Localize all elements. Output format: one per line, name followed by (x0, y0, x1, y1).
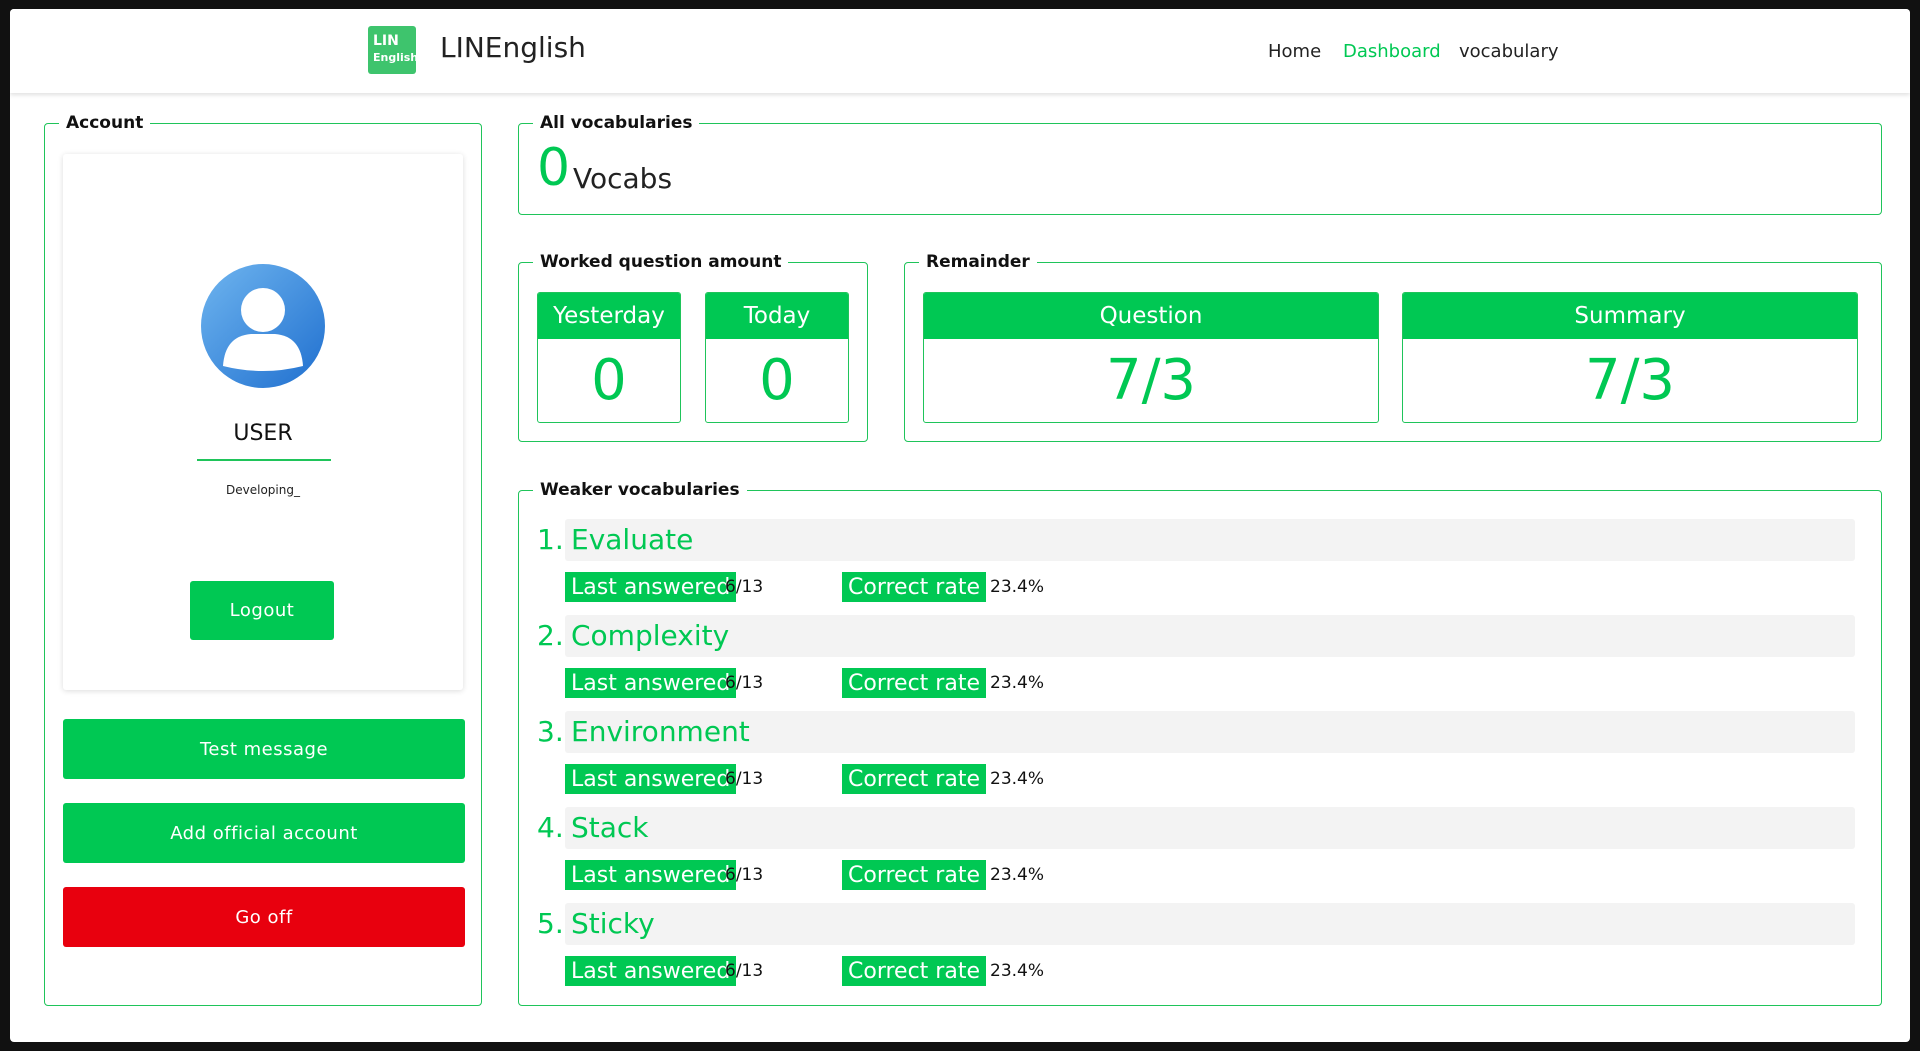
correct-rate-value: 23.4% (990, 865, 1045, 885)
weaker-vocabularies-legend: Weaker vocabularies (533, 480, 747, 500)
weak-item-number: 3. (537, 715, 564, 748)
logo-text-lin: LIN (373, 33, 399, 49)
weak-item-number: 2. (537, 619, 564, 652)
user-avatar-icon (201, 264, 325, 388)
username: USER (233, 421, 293, 446)
weak-vocab-item[interactable]: 1. Evaluate Last answered 6/13 Correct r… (537, 519, 1863, 615)
last-answered-value: 6/13 (725, 865, 764, 885)
last-answered-value: 6/13 (725, 673, 764, 693)
weak-item-number: 5. (537, 907, 564, 940)
weak-word-bar (565, 807, 1855, 849)
weak-vocab-item[interactable]: 2. Complexity Last answered 6/13 Correct… (537, 615, 1863, 711)
vocab-count: 0 (537, 138, 571, 198)
app-title[interactable]: LINEnglish (440, 31, 586, 64)
weak-word[interactable]: Stack (571, 811, 649, 844)
yesterday-value: 0 (591, 348, 627, 413)
worked-question-panel: Worked question amount Yesterday 0 Today… (518, 252, 868, 442)
weak-vocab-item[interactable]: 5. Sticky Last answered 6/13 Correct rat… (537, 903, 1863, 999)
correct-rate-value: 23.4% (990, 961, 1045, 981)
weak-word-bar (565, 615, 1855, 657)
weak-vocab-item[interactable]: 3. Environment Last answered 6/13 Correc… (537, 711, 1863, 807)
correct-rate-tag: Correct rate (842, 860, 986, 890)
add-official-account-button[interactable]: Add official account (63, 803, 465, 863)
today-value: 0 (759, 348, 795, 413)
account-panel: Account USER Developing_ Logout Test mes… (44, 113, 482, 1006)
last-answered-value: 6/13 (725, 961, 764, 981)
all-vocabularies-panel: All vocabularies 0 Vocabs (518, 113, 1882, 215)
weak-word[interactable]: Sticky (571, 907, 655, 940)
yesterday-stat: Yesterday 0 (537, 292, 681, 423)
top-navbar: LIN English LINEnglish Home Dashboard vo… (10, 9, 1910, 93)
correct-rate-tag: Correct rate (842, 956, 986, 986)
today-label: Today (706, 293, 848, 339)
last-answered-tag: Last answered (565, 764, 737, 794)
question-remainder-stat: Question 7/3 (923, 292, 1379, 423)
weaker-vocabularies-panel: Weaker vocabularies 1. Evaluate Last ans… (518, 480, 1882, 1006)
summary-remainder-label: Summary (1403, 293, 1857, 339)
last-answered-value: 6/13 (725, 769, 764, 789)
remainder-panel: Remainder Question 7/3 Summary 7/3 (904, 252, 1882, 442)
vocab-unit: Vocabs (573, 162, 673, 195)
yesterday-label: Yesterday (538, 293, 680, 339)
correct-rate-tag: Correct rate (842, 572, 986, 602)
correct-rate-value: 23.4% (990, 673, 1045, 693)
last-answered-tag: Last answered (565, 572, 737, 602)
account-legend: Account (59, 113, 151, 133)
weak-word-bar (565, 519, 1855, 561)
summary-remainder-stat: Summary 7/3 (1402, 292, 1858, 423)
worked-question-legend: Worked question amount (533, 252, 789, 272)
summary-remainder-value: 7/3 (1584, 348, 1676, 413)
go-off-button[interactable]: Go off (63, 887, 465, 947)
weak-word-bar (565, 711, 1855, 753)
profile-card: USER Developing_ Logout (63, 154, 463, 690)
username-underline (197, 459, 331, 461)
test-message-button[interactable]: Test message (63, 719, 465, 779)
correct-rate-value: 23.4% (990, 769, 1045, 789)
nav-home[interactable]: Home (1268, 41, 1321, 62)
weak-item-number: 4. (537, 811, 564, 844)
weak-vocab-item[interactable]: 4. Stack Last answered 6/13 Correct rate… (537, 807, 1863, 903)
correct-rate-tag: Correct rate (842, 764, 986, 794)
correct-rate-tag: Correct rate (842, 668, 986, 698)
weak-word[interactable]: Evaluate (571, 523, 693, 556)
nav-dashboard[interactable]: Dashboard (1343, 41, 1441, 62)
weak-item-number: 1. (537, 523, 564, 556)
question-remainder-value: 7/3 (1105, 348, 1197, 413)
last-answered-value: 6/13 (725, 577, 764, 597)
last-answered-tag: Last answered (565, 668, 737, 698)
weak-word[interactable]: Environment (571, 715, 750, 748)
question-remainder-label: Question (924, 293, 1378, 339)
weak-word[interactable]: Complexity (571, 619, 729, 652)
app-logo[interactable]: LIN English (368, 26, 419, 74)
weak-word-bar (565, 903, 1855, 945)
remainder-legend: Remainder (919, 252, 1037, 272)
logout-button[interactable]: Logout (190, 581, 334, 640)
app-window: LIN English LINEnglish Home Dashboard vo… (10, 9, 1910, 1042)
logo-text-english: English (373, 51, 419, 64)
last-answered-tag: Last answered (565, 860, 737, 890)
user-status-text: Developing_ (226, 483, 300, 497)
correct-rate-value: 23.4% (990, 577, 1045, 597)
last-answered-tag: Last answered (565, 956, 737, 986)
nav-vocabulary[interactable]: vocabulary (1459, 41, 1559, 62)
today-stat: Today 0 (705, 292, 849, 423)
all-vocabularies-legend: All vocabularies (533, 113, 700, 133)
